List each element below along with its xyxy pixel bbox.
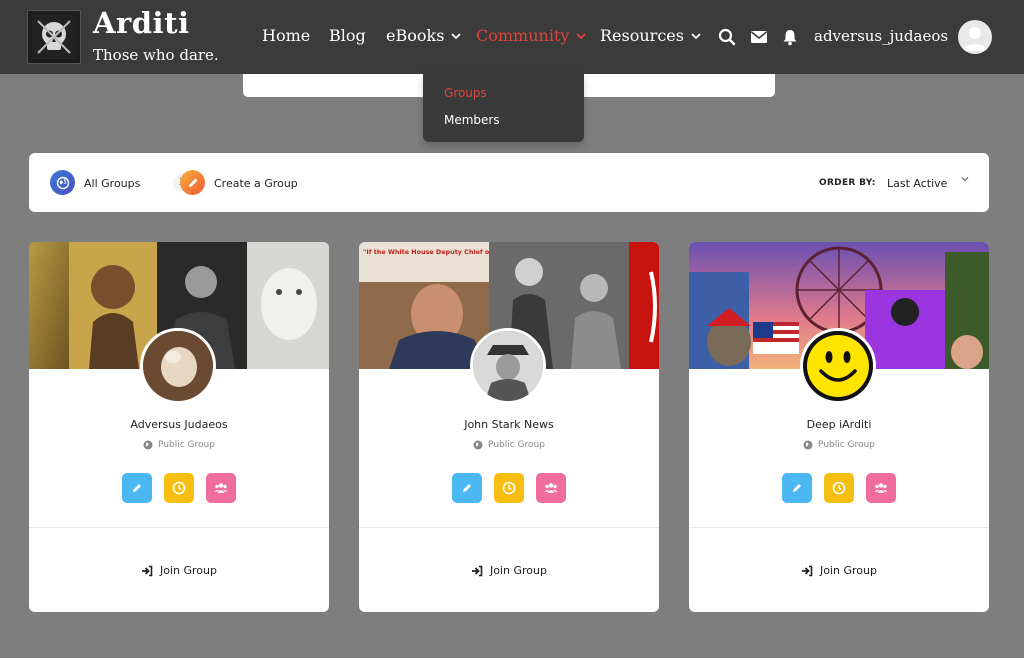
sign-in-icon (142, 565, 153, 576)
dropdown-item-members[interactable]: Members (444, 113, 500, 127)
join-group-button[interactable]: Join Group (359, 564, 659, 577)
site-logo[interactable] (27, 10, 81, 64)
chevron-down-icon (691, 32, 701, 39)
group-card[interactable]: Deep iArditi Public Group Join Group (689, 242, 989, 612)
order-by-label: ORDER BY: (819, 178, 876, 188)
nav-blog-label: Blog (329, 26, 366, 45)
mail-icon[interactable] (750, 28, 768, 46)
nav-community-label: Community (476, 26, 570, 45)
group-edit-button[interactable] (122, 473, 152, 503)
globe-icon (56, 176, 69, 189)
nav-resources[interactable]: Resources (600, 26, 702, 45)
globe-icon (803, 440, 813, 450)
group-actions (452, 473, 566, 503)
group-actions (782, 473, 896, 503)
users-icon (874, 483, 888, 493)
group-avatar-image (143, 331, 213, 401)
create-group-link[interactable]: Create a Group (214, 177, 298, 190)
group-avatar[interactable] (140, 328, 216, 404)
group-activity-button[interactable] (824, 473, 854, 503)
create-group-icon[interactable] (180, 170, 205, 195)
group-avatar[interactable] (470, 328, 546, 404)
join-group-button[interactable]: Join Group (29, 564, 329, 577)
globe-icon (473, 440, 483, 450)
group-members-button[interactable] (866, 473, 896, 503)
nav-ebooks-label: eBooks (386, 26, 445, 45)
smiley-icon (803, 331, 873, 401)
clock-icon (502, 481, 516, 495)
order-by-select[interactable]: Last Active (887, 177, 969, 190)
user-silhouette-icon (963, 27, 987, 51)
chevron-down-icon (451, 32, 462, 39)
order-by-value: Last Active (887, 177, 948, 190)
group-members-button[interactable] (536, 473, 566, 503)
group-card[interactable]: Adversus Judaeos Public Group Join Group (29, 242, 329, 612)
group-activity-button[interactable] (164, 473, 194, 503)
sign-in-icon (472, 565, 483, 576)
card-divider (689, 527, 989, 528)
join-group-label: Join Group (160, 564, 217, 577)
group-avatar-image (473, 331, 543, 401)
nav-home-label: Home (262, 26, 311, 45)
group-type: Public Group (689, 440, 989, 450)
clock-icon (832, 481, 846, 495)
community-dropdown: Groups Members (423, 74, 584, 142)
pencil-icon (188, 178, 197, 187)
group-edit-button[interactable] (782, 473, 812, 503)
pencil-icon (793, 484, 801, 492)
pencil-icon (133, 484, 141, 492)
group-type-label: Public Group (488, 440, 545, 450)
group-type: Public Group (359, 440, 659, 450)
users-icon (214, 483, 228, 493)
username[interactable]: adversus_judaeos (814, 27, 948, 45)
pencil-icon (463, 484, 471, 492)
card-divider (359, 527, 659, 528)
join-group-button[interactable]: Join Group (689, 564, 989, 577)
bell-icon[interactable] (781, 28, 799, 46)
user-avatar[interactable] (958, 20, 992, 54)
group-members-button[interactable] (206, 473, 236, 503)
chevron-down-icon (576, 32, 587, 39)
nav-ebooks[interactable]: eBooks (386, 26, 462, 45)
nav-blog[interactable]: Blog (329, 26, 366, 45)
nav-resources-label: Resources (600, 26, 684, 45)
card-divider (29, 527, 329, 528)
globe-icon (143, 440, 153, 450)
search-icon[interactable] (718, 28, 736, 46)
group-type-label: Public Group (158, 440, 215, 450)
users-icon (544, 483, 558, 493)
group-type-label: Public Group (818, 440, 875, 450)
all-groups-tab[interactable]: All Groups (84, 177, 140, 190)
site-header: Arditi Those who dare. Home Blog eBooks … (0, 0, 1024, 74)
site-title[interactable]: Arditi (93, 6, 190, 40)
site-tagline: Those who dare. (93, 46, 219, 64)
group-activity-button[interactable] (494, 473, 524, 503)
dropdown-item-groups[interactable]: Groups (444, 86, 487, 100)
group-actions (122, 473, 236, 503)
all-groups-icon[interactable] (50, 170, 75, 195)
clock-icon (172, 481, 186, 495)
group-name[interactable]: Adversus Judaeos (29, 418, 329, 431)
nav-home[interactable]: Home (262, 26, 310, 45)
join-group-label: Join Group (820, 564, 877, 577)
chevron-down-icon (961, 177, 969, 182)
join-group-label: Join Group (490, 564, 547, 577)
group-name[interactable]: John Stark News (359, 418, 659, 431)
groups-filter-bar: All Groups 3 Create a Group ORDER BY: La… (29, 153, 989, 212)
group-type: Public Group (29, 440, 329, 450)
group-card[interactable]: "If the White House Deputy Chief of Staf… (359, 242, 659, 612)
nav-community[interactable]: Community (476, 26, 587, 45)
skull-logo-icon (32, 15, 76, 59)
group-edit-button[interactable] (452, 473, 482, 503)
group-avatar[interactable] (800, 328, 876, 404)
group-name[interactable]: Deep iArditi (689, 418, 989, 431)
sign-in-icon (802, 565, 813, 576)
